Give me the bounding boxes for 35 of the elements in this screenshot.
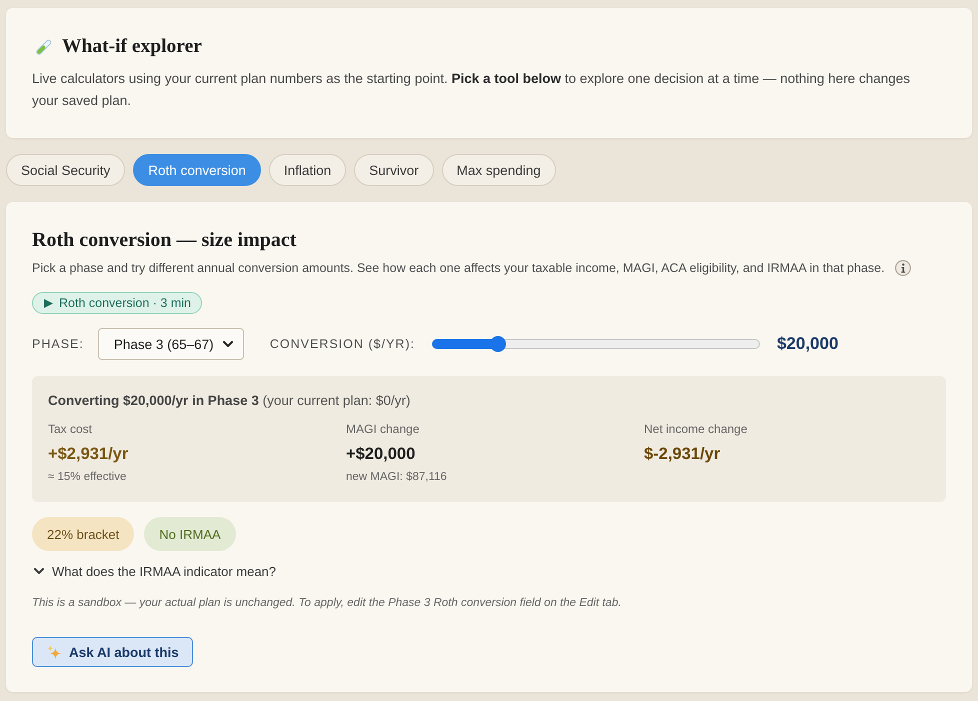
sparkle-icon bbox=[47, 644, 62, 660]
metric-note: new MAGI: $87,116 bbox=[346, 470, 447, 485]
slider-thumb[interactable] bbox=[490, 336, 506, 352]
metric-label: Net income change bbox=[644, 421, 748, 437]
test-tube-icon bbox=[35, 38, 53, 56]
play-icon bbox=[44, 298, 53, 308]
chevron-icon bbox=[34, 568, 44, 574]
tool-tab[interactable]: Social Security bbox=[6, 154, 126, 186]
metric-value: $-2,931/yr bbox=[644, 444, 720, 465]
panel-description: Pick a phase and try different annual conversion amounts. See how each one affects your taxable income, MAGI, ACA eligibility, and IRMAA in that phase. bbox=[32, 260, 885, 277]
metric-value: +$2,931/yr bbox=[48, 444, 128, 465]
page-title: What-if explorer bbox=[62, 36, 202, 58]
tool-tab[interactable]: Max spending bbox=[442, 154, 556, 186]
conversion-slider[interactable] bbox=[432, 336, 760, 352]
conversion-value: $20,000 bbox=[776, 334, 838, 354]
panel-title: Roth conversion — size impact bbox=[32, 228, 298, 253]
ask-ai-button[interactable]: Ask AI about this bbox=[32, 637, 193, 667]
metric-label: MAGI change bbox=[346, 421, 420, 437]
conversion-label: CONVERSION ($/YR): bbox=[270, 337, 415, 351]
tool-tab[interactable]: Survivor bbox=[354, 154, 434, 186]
info-icon[interactable] bbox=[894, 260, 911, 276]
tool-tab[interactable]: Inflation bbox=[268, 154, 346, 186]
phase-select[interactable]: Phase 3 (65–67) bbox=[98, 328, 244, 360]
phase-label: PHASE: bbox=[32, 337, 84, 351]
chevron-down-icon bbox=[222, 340, 233, 348]
status-badge: No IRMAA bbox=[144, 517, 236, 551]
result-summary: Converting $20,000/yr in Phase 3 (your current plan: $0/yr) bbox=[48, 392, 412, 410]
metric-value: +$20,000 bbox=[346, 444, 416, 465]
metric-note: ≈ 15% effective bbox=[48, 470, 126, 485]
metric-label: Tax cost bbox=[48, 421, 92, 437]
status-badge: 22% bracket bbox=[32, 517, 134, 551]
irmaa-explainer-toggle[interactable]: What does the IRMAA indicator mean? bbox=[32, 561, 276, 581]
video-link[interactable]: Roth conversion · 3 min bbox=[32, 292, 202, 314]
sandbox-note: This is a sandbox — your actual plan is unchanged. To apply, edit the Phase 3 Roth conversion field on the Edit tab. bbox=[32, 596, 622, 611]
intro-text: Live calculators using your current plan numbers as the starting point. Pick a tool below to explore one decision at a time — nothing here changes your saved plan. bbox=[32, 70, 911, 110]
